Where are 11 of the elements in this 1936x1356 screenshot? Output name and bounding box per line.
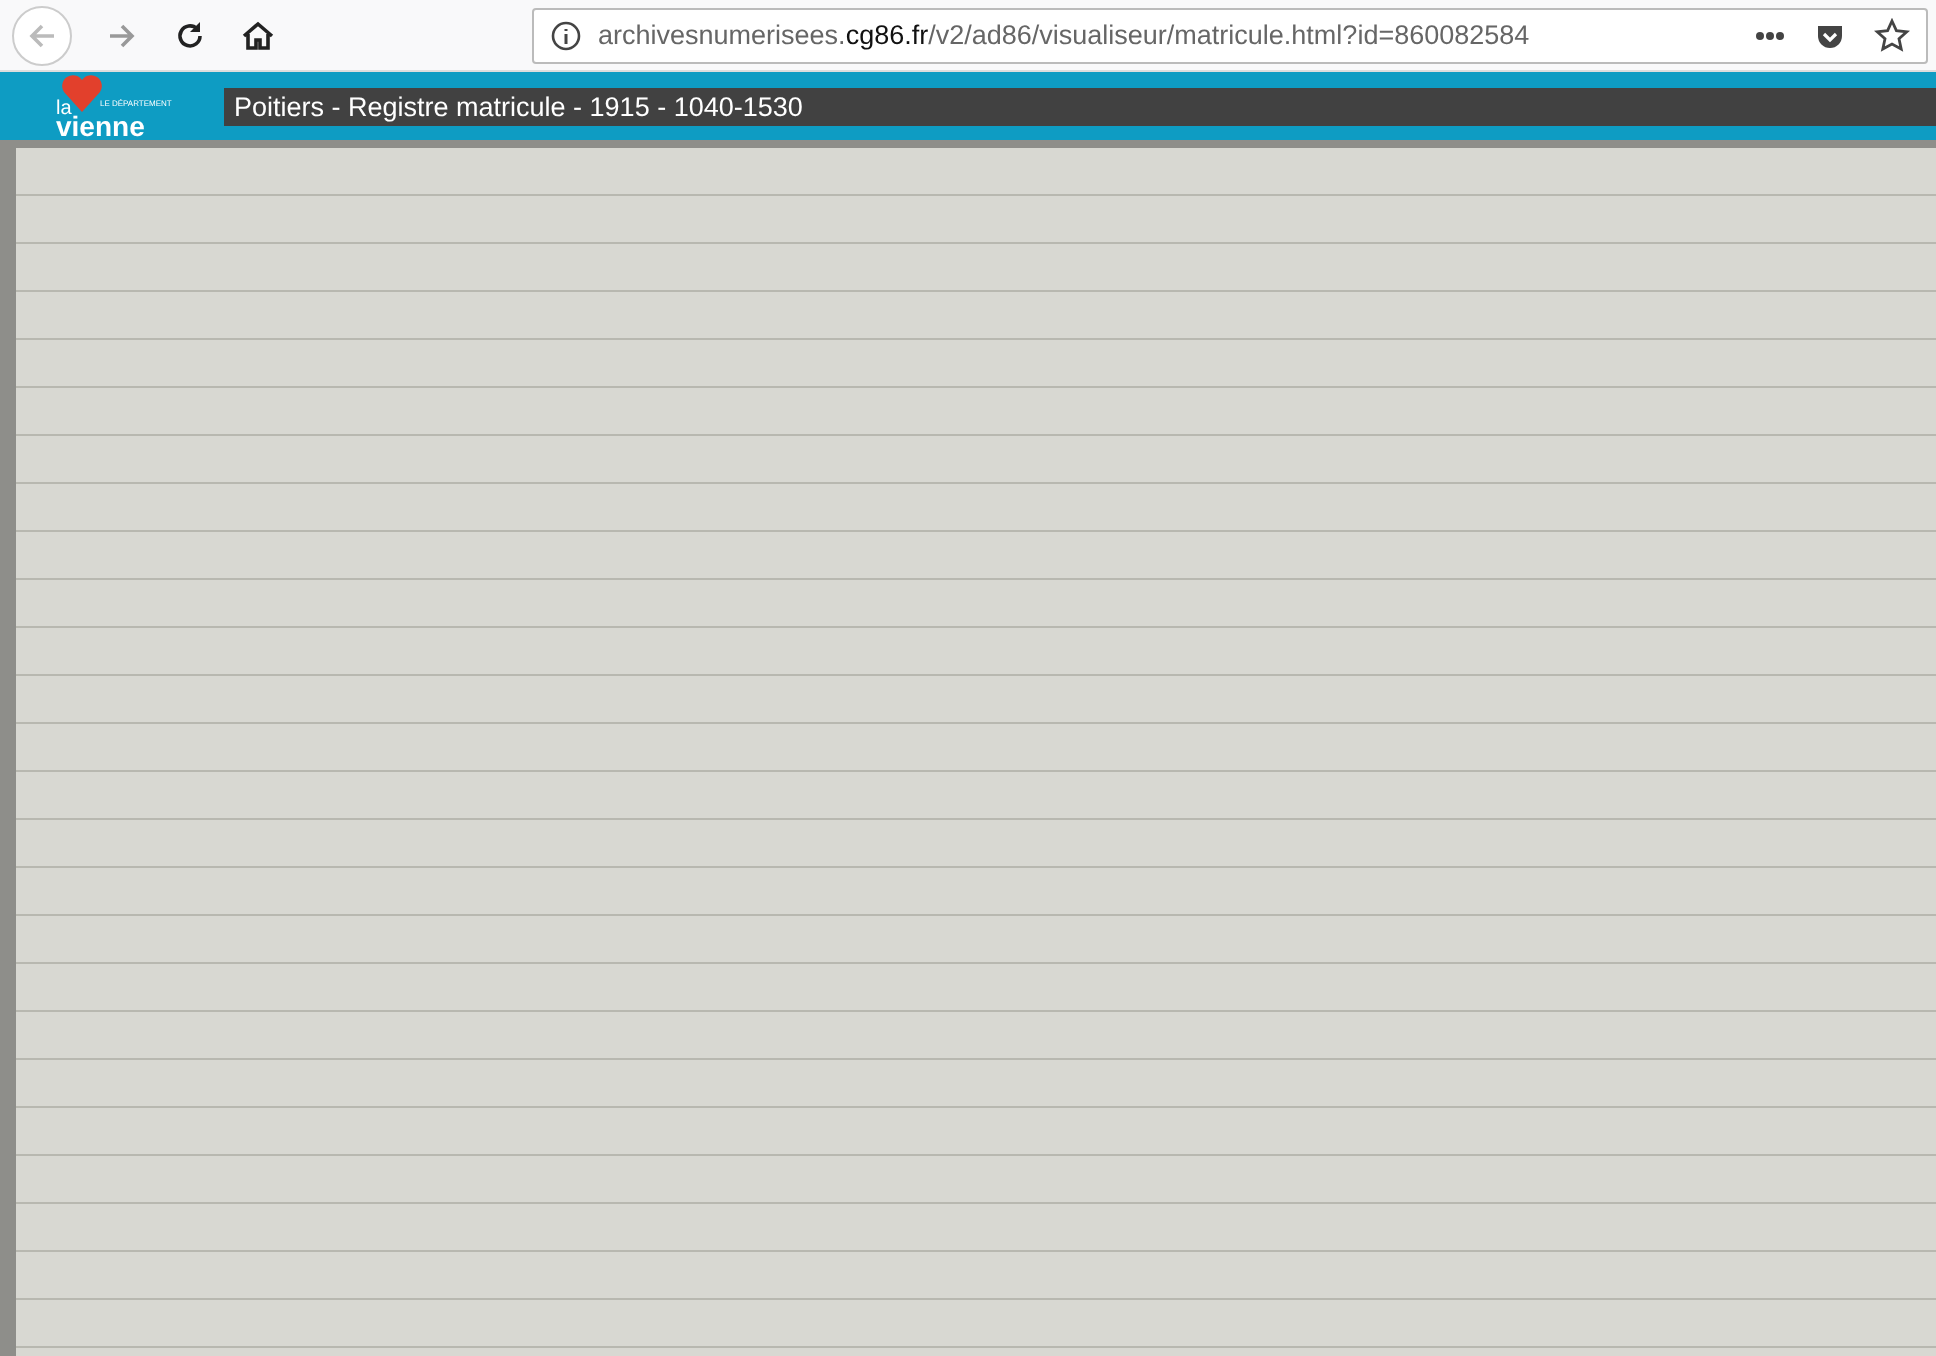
url-text: archivesnumerisees.cg86.fr/v2/ad86/visualiseur/matricule.html?id=860082584 bbox=[598, 20, 1530, 50]
heart-icon bbox=[60, 74, 104, 114]
document-title: Poitiers - Registre matricule - 1915 - 1040-1530 bbox=[234, 92, 803, 122]
logo-text: la bbox=[56, 98, 72, 120]
info-icon bbox=[550, 19, 582, 51]
address-bar[interactable]: archivesnumerisees.cg86.fr/v2/ad86/visualiseur/matricule.html?id=860082584 bbox=[532, 7, 1928, 63]
star-icon[interactable] bbox=[1874, 17, 1910, 53]
home-icon[interactable] bbox=[240, 17, 276, 53]
reload-icon[interactable] bbox=[172, 17, 208, 53]
more-dots-icon[interactable] bbox=[1754, 29, 1786, 41]
logo-name: vienne bbox=[56, 114, 145, 140]
